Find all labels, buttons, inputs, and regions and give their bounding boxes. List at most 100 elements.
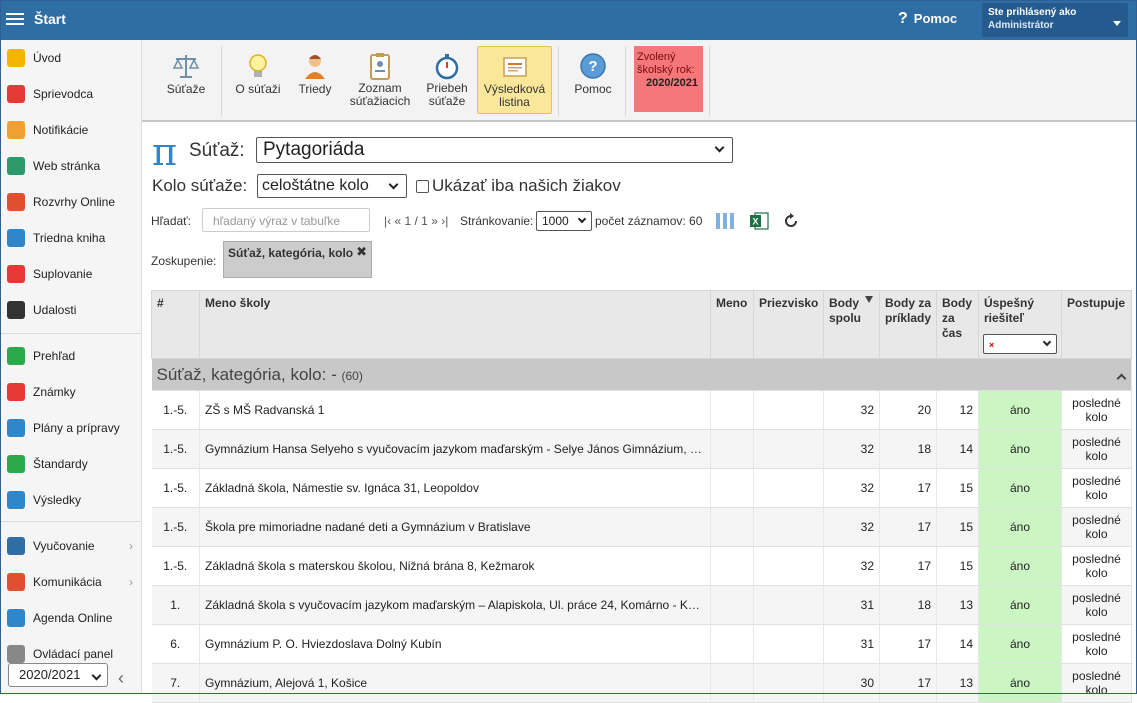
only-ours-checkbox[interactable]	[416, 180, 429, 193]
col-time[interactable]: Body za čas	[936, 290, 979, 359]
cell-total: 32	[823, 429, 880, 469]
search-input[interactable]: hľadaný výraz v tabuľke	[202, 208, 370, 232]
only-ours-label[interactable]: Ukázať iba našich žiakov	[432, 176, 621, 196]
paging-select[interactable]: 1000	[536, 211, 592, 231]
user-role: Administrátor	[988, 20, 1054, 31]
cell-rank: 1.-5.	[151, 390, 200, 430]
group-label: Zoskupenie:	[151, 254, 217, 268]
excel-export-icon[interactable]: X	[748, 210, 770, 232]
cell-examples: 17	[879, 663, 937, 703]
columns-icon[interactable]	[714, 210, 736, 232]
cell-advance: posledné kolo	[1061, 663, 1132, 703]
tb-button-help[interactable]: ? Pomoc	[569, 46, 617, 114]
sidebar-item-5[interactable]: Triedna kniha	[0, 220, 141, 256]
cell-examples: 17	[879, 507, 937, 547]
cell-success: áno	[978, 546, 1062, 586]
sidebar-item-11[interactable]: Štandardy	[0, 446, 141, 482]
sidebar-item-14[interactable]: Komunikácia ›	[0, 564, 141, 600]
sidebar-item-13[interactable]: Vyučovanie ›	[0, 528, 141, 564]
table-header-row: # Meno školy Meno Priezvisko Body spolu …	[151, 290, 1132, 359]
cell-advance: posledné kolo	[1061, 390, 1132, 430]
sidebar-item-1[interactable]: Sprievodca	[0, 76, 141, 112]
cell-success: áno	[978, 507, 1062, 547]
sidebar-item-6[interactable]: Suplovanie	[0, 256, 141, 292]
lightbulb-icon	[243, 51, 273, 81]
help-link[interactable]: ? Pomoc	[898, 10, 957, 28]
sidebar-item-7[interactable]: Udalosti	[0, 292, 141, 328]
tb-button-classes[interactable]: Triedy	[292, 46, 338, 114]
cell-first-name	[710, 585, 754, 625]
last-page-button[interactable]: ›|	[441, 214, 448, 228]
tb-label: Zoznam súťažiacich	[349, 81, 411, 108]
table-row[interactable]: 1. Základná škola s vyučovacím jazykom ma…	[151, 585, 1132, 625]
group-chip[interactable]: Súťaž, kategória, kolo ✖	[223, 241, 372, 278]
sidebar-item-15[interactable]: Agenda Online	[0, 600, 141, 636]
table-row[interactable]: 1.-5. Základná škola, Námestie sv. Ignáca…	[151, 468, 1132, 508]
menu-icon[interactable]	[6, 10, 24, 26]
success-filter-value: ×	[989, 340, 995, 350]
chevron-right-icon: ›	[129, 539, 133, 553]
envelope-icon	[7, 121, 25, 139]
prev-page-button[interactable]: «	[394, 214, 401, 228]
col-total-label: Body spolu	[829, 296, 861, 325]
sidebar-item-3[interactable]: Web stránka	[0, 148, 141, 184]
cell-advance: posledné kolo	[1061, 468, 1132, 508]
tb-button-progress[interactable]: Priebeh súťaže	[422, 46, 472, 114]
tb-button-contestants[interactable]: Zoznam súťažiacich	[347, 46, 413, 114]
sidebar-item-12[interactable]: Výsledky	[0, 482, 141, 518]
sidebar-item-label: Notifikácie	[33, 123, 89, 137]
table-row[interactable]: 1.-5. Škola pre mimoriadne nadané deti a …	[151, 507, 1132, 547]
app-title[interactable]: Štart	[34, 11, 66, 27]
close-icon[interactable]: ✖	[356, 244, 367, 260]
competition-label: Súťaž:	[189, 140, 245, 161]
col-examples[interactable]: Body za príklady	[879, 290, 937, 359]
cell-time: 14	[936, 429, 979, 469]
school-year-select[interactable]: 2020/2021	[8, 663, 108, 687]
col-total[interactable]: Body spolu	[823, 290, 880, 359]
cell-examples: 17	[879, 624, 937, 664]
sidebar-item-label: Vyučovanie	[33, 539, 95, 553]
col-advance[interactable]: Postupuje	[1061, 290, 1132, 359]
year-box-value: 2020/2021	[646, 77, 698, 89]
toolbar: Súťaže O súťaži Triedy Zoznam súťažiacic…	[142, 40, 1137, 122]
table-row[interactable]: 7. Gymnázium, Alejová 1, Košice 30 17 13 áno p…	[151, 663, 1132, 703]
chevron-down-icon	[1113, 21, 1121, 26]
col-rank[interactable]: #	[151, 290, 200, 359]
tb-button-competitions[interactable]: Súťaže	[160, 46, 212, 114]
cell-school: Základná škola s materskou školou, Nižná…	[199, 546, 711, 586]
tb-button-about[interactable]: O súťaži	[230, 46, 286, 114]
refresh-icon[interactable]	[780, 210, 802, 232]
wand-icon	[7, 85, 25, 103]
sidebar-item-10[interactable]: Plány a prípravy	[0, 410, 141, 446]
sidebar-item-2[interactable]: Notifikácie	[0, 112, 141, 148]
table-row[interactable]: 6. Gymnázium P. O. Hviezdoslava Dolný Kub…	[151, 624, 1132, 664]
first-page-button[interactable]: |‹	[384, 214, 391, 228]
help-label: Pomoc	[913, 11, 958, 26]
round-select[interactable]: celoštátne kolo	[257, 174, 407, 198]
col-first-name[interactable]: Meno	[710, 290, 754, 359]
col-last-name[interactable]: Priezvisko	[753, 290, 824, 359]
sidebar-item-9[interactable]: Známky	[0, 374, 141, 410]
shield-check-icon	[7, 455, 25, 473]
col-success[interactable]: Úspešný riešiteľ ×	[978, 290, 1062, 359]
home-icon	[7, 157, 25, 175]
sidebar-item-0[interactable]: Úvod	[0, 40, 141, 76]
user-menu[interactable]: Ste prihlásený ako Administrátor	[982, 3, 1128, 37]
col-school[interactable]: Meno školy	[199, 290, 711, 359]
sidebar-item-8[interactable]: Prehľad	[0, 338, 141, 374]
sidebar-item-4[interactable]: Rozvrhy Online	[0, 184, 141, 220]
success-filter-select[interactable]: ×	[983, 334, 1057, 354]
page-indicator: 1 / 1	[404, 214, 428, 228]
table-row[interactable]: 1.-5. ZŠ s MŠ Radvanská 1 32 20 12 áno posledn…	[151, 390, 1132, 430]
cell-examples: 17	[879, 468, 937, 508]
collapse-sidebar-icon[interactable]: ‹	[118, 668, 124, 689]
paging-value: 1000	[542, 214, 569, 228]
competition-select[interactable]: Pytagoriáda	[256, 137, 733, 163]
table-row[interactable]: 1.-5. Gymnázium Hansa Selyeho s vyučovací…	[151, 429, 1132, 469]
toolbar-divider	[221, 46, 222, 116]
table-row[interactable]: 1.-5. Základná škola s materskou školou, …	[151, 546, 1132, 586]
tb-button-results[interactable]: Výsledková listina	[477, 46, 552, 114]
group-row[interactable]: Súťaž, kategória, kolo: - (60)	[151, 358, 1132, 391]
next-page-button[interactable]: »	[431, 214, 438, 228]
chevron-up-icon[interactable]	[1116, 373, 1127, 384]
